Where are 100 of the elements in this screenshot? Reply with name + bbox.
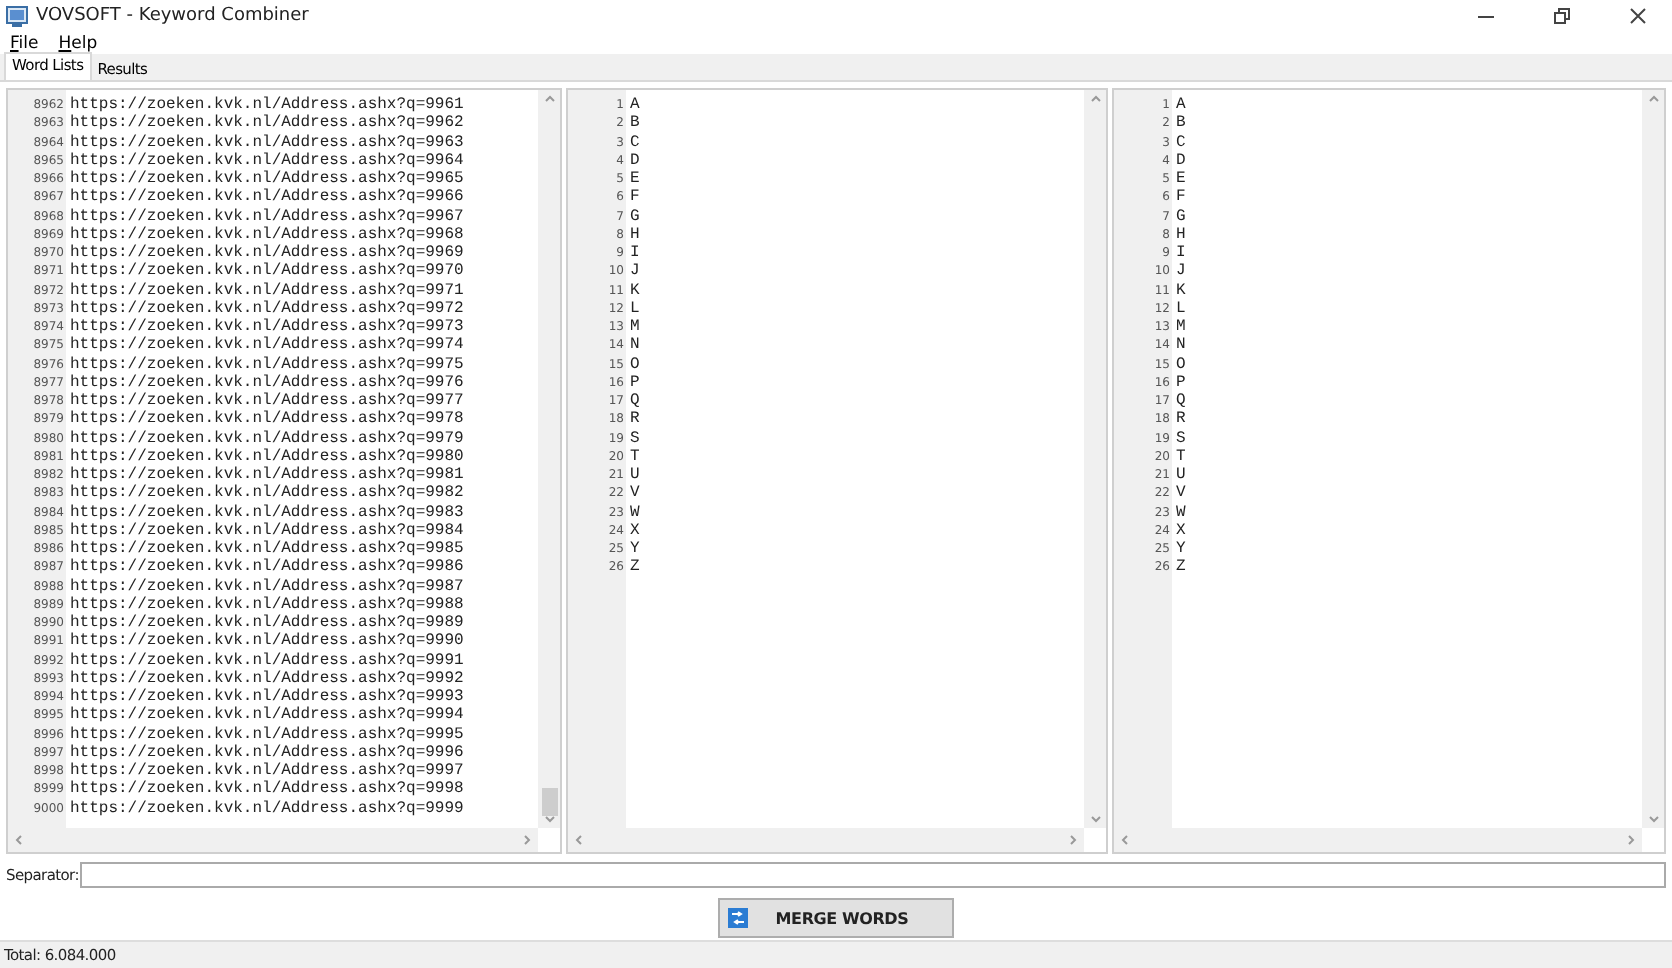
- scroll-left-icon[interactable]: [1120, 834, 1128, 846]
- word-line: L: [1176, 299, 1188, 318]
- word-line: Z: [630, 558, 642, 577]
- word-line: https://zoeken.kvk.nl/Address.ashx?q=9970: [70, 262, 466, 281]
- word-line: V: [630, 484, 642, 503]
- word-line: S: [630, 429, 642, 448]
- scroll-up-icon[interactable]: [543, 94, 555, 102]
- word-line: N: [630, 336, 642, 355]
- word-line: B: [1176, 114, 1188, 133]
- word-line: https://zoeken.kvk.nl/Address.ashx?q=9980: [70, 447, 466, 466]
- scroll-up-icon[interactable]: [1089, 94, 1101, 102]
- word-line: W: [1176, 503, 1188, 522]
- word-line: H: [1176, 225, 1188, 244]
- word-line: https://zoeken.kvk.nl/Address.ashx?q=9992: [70, 669, 466, 688]
- word-line: J: [1176, 262, 1188, 281]
- word-line: E: [1176, 170, 1188, 189]
- word-line: https://zoeken.kvk.nl/Address.ashx?q=9990: [70, 632, 466, 651]
- separator-field[interactable]: [80, 862, 1666, 888]
- word-line: X: [630, 521, 642, 540]
- scroll-left-icon[interactable]: [14, 834, 22, 846]
- scroll-right-icon[interactable]: [1070, 834, 1078, 846]
- app-icon: [6, 5, 28, 27]
- word-line: J: [630, 262, 642, 281]
- word-line: https://zoeken.kvk.nl/Address.ashx?q=9967: [70, 207, 466, 225]
- word-line: https://zoeken.kvk.nl/Address.ashx?q=9969: [70, 244, 466, 262]
- word-line: https://zoeken.kvk.nl/Address.ashx?q=9999: [70, 799, 466, 818]
- word-line: Q: [630, 392, 642, 411]
- word-line: I: [630, 244, 642, 263]
- word-line: Y: [1176, 540, 1188, 559]
- word-line: https://zoeken.kvk.nl/Address.ashx?q=9994: [70, 706, 466, 725]
- word-line: https://zoeken.kvk.nl/Address.ashx?q=9988: [70, 595, 466, 614]
- scroll-left-icon[interactable]: [574, 834, 582, 846]
- word-line: C: [1176, 133, 1188, 152]
- word-line: I: [1176, 244, 1188, 263]
- word-line: A: [1176, 96, 1188, 115]
- scrollbar-thumb[interactable]: [541, 788, 557, 816]
- word-line: https://zoeken.kvk.nl/Address.ashx?q=9963: [70, 133, 466, 151]
- word-line: Q: [1176, 392, 1188, 411]
- word-line: https://zoeken.kvk.nl/Address.ashx?q=9981: [70, 466, 466, 484]
- word-line: https://zoeken.kvk.nl/Address.ashx?q=9973: [70, 318, 466, 336]
- horizontal-scrollbar[interactable]: [1114, 828, 1642, 852]
- word-line: https://zoeken.kvk.nl/Address.ashx?q=9989: [70, 614, 466, 632]
- word-line: https://zoeken.kvk.nl/Address.ashx?q=9961: [70, 96, 466, 114]
- word-line: https://zoeken.kvk.nl/Address.ashx?q=9996: [70, 743, 466, 762]
- word-line: D: [1176, 151, 1188, 170]
- word-line: https://zoeken.kvk.nl/Address.ashx?q=9983: [70, 503, 466, 521]
- scroll-right-icon[interactable]: [1628, 834, 1636, 846]
- scroll-down-icon[interactable]: [1647, 816, 1659, 824]
- word-line: T: [630, 447, 642, 466]
- word-line: X: [1176, 521, 1188, 540]
- menu-item[interactable]: File: [10, 33, 39, 53]
- word-line: https://zoeken.kvk.nl/Address.ashx?q=9986: [70, 558, 466, 577]
- word-line: F: [1176, 188, 1188, 207]
- word-line: https://zoeken.kvk.nl/Address.ashx?q=9991: [70, 651, 466, 669]
- scroll-right-icon[interactable]: [524, 834, 532, 846]
- word-line: V: [1176, 484, 1188, 503]
- close-icon[interactable]: [1630, 8, 1646, 24]
- word-line: https://zoeken.kvk.nl/Address.ashx?q=9975: [70, 355, 466, 373]
- word-line: https://zoeken.kvk.nl/Address.ashx?q=9977: [70, 392, 466, 410]
- word-line: https://zoeken.kvk.nl/Address.ashx?q=9993: [70, 688, 466, 706]
- merge-icon: [728, 908, 748, 928]
- scroll-down-icon[interactable]: [543, 816, 555, 824]
- word-line: Y: [630, 540, 642, 559]
- word-line: https://zoeken.kvk.nl/Address.ashx?q=9979: [70, 429, 466, 447]
- word-line: U: [1176, 466, 1188, 485]
- word-line: E: [630, 170, 642, 189]
- word-line: https://zoeken.kvk.nl/Address.ashx?q=9982: [70, 484, 466, 503]
- menu-item[interactable]: Help: [58, 33, 98, 53]
- word-line: L: [630, 299, 642, 318]
- vertical-scrollbar[interactable]: [1084, 90, 1106, 828]
- word-line: F: [630, 188, 642, 207]
- word-line: O: [630, 355, 642, 374]
- word-line: H: [630, 225, 642, 244]
- word-line: B: [630, 114, 642, 133]
- scroll-up-icon[interactable]: [1647, 94, 1659, 102]
- vertical-scrollbar[interactable]: [538, 90, 560, 828]
- word-line: A: [630, 96, 642, 115]
- word-list-editor[interactable]: [6, 88, 562, 854]
- word-line: https://zoeken.kvk.nl/Address.ashx?q=9968: [70, 225, 466, 244]
- word-line: C: [630, 133, 642, 152]
- word-line: T: [1176, 447, 1188, 466]
- word-line: D: [630, 151, 642, 170]
- word-line: https://zoeken.kvk.nl/Address.ashx?q=9976: [70, 373, 466, 392]
- word-line: G: [630, 207, 642, 226]
- word-line: K: [630, 281, 642, 300]
- horizontal-scrollbar[interactable]: [568, 828, 1084, 852]
- scroll-down-icon[interactable]: [1089, 816, 1101, 824]
- word-line: https://zoeken.kvk.nl/Address.ashx?q=9974: [70, 336, 466, 355]
- horizontal-scrollbar[interactable]: [8, 828, 538, 852]
- window-title: VOVSOFT - Keyword Combiner: [36, 6, 311, 26]
- word-line: https://zoeken.kvk.nl/Address.ashx?q=9997: [70, 762, 466, 780]
- vertical-scrollbar[interactable]: [1642, 90, 1664, 828]
- word-line: https://zoeken.kvk.nl/Address.ashx?q=9962: [70, 114, 466, 133]
- word-line: https://zoeken.kvk.nl/Address.ashx?q=9971: [70, 281, 466, 299]
- word-line: Z: [1176, 558, 1188, 577]
- merge-words-button[interactable]: MERGE WORDS: [718, 898, 954, 938]
- word-line: P: [1176, 373, 1188, 392]
- word-line: M: [630, 318, 642, 337]
- word-line: https://zoeken.kvk.nl/Address.ashx?q=9978: [70, 410, 466, 429]
- maximize-icon[interactable]: [1554, 8, 1570, 24]
